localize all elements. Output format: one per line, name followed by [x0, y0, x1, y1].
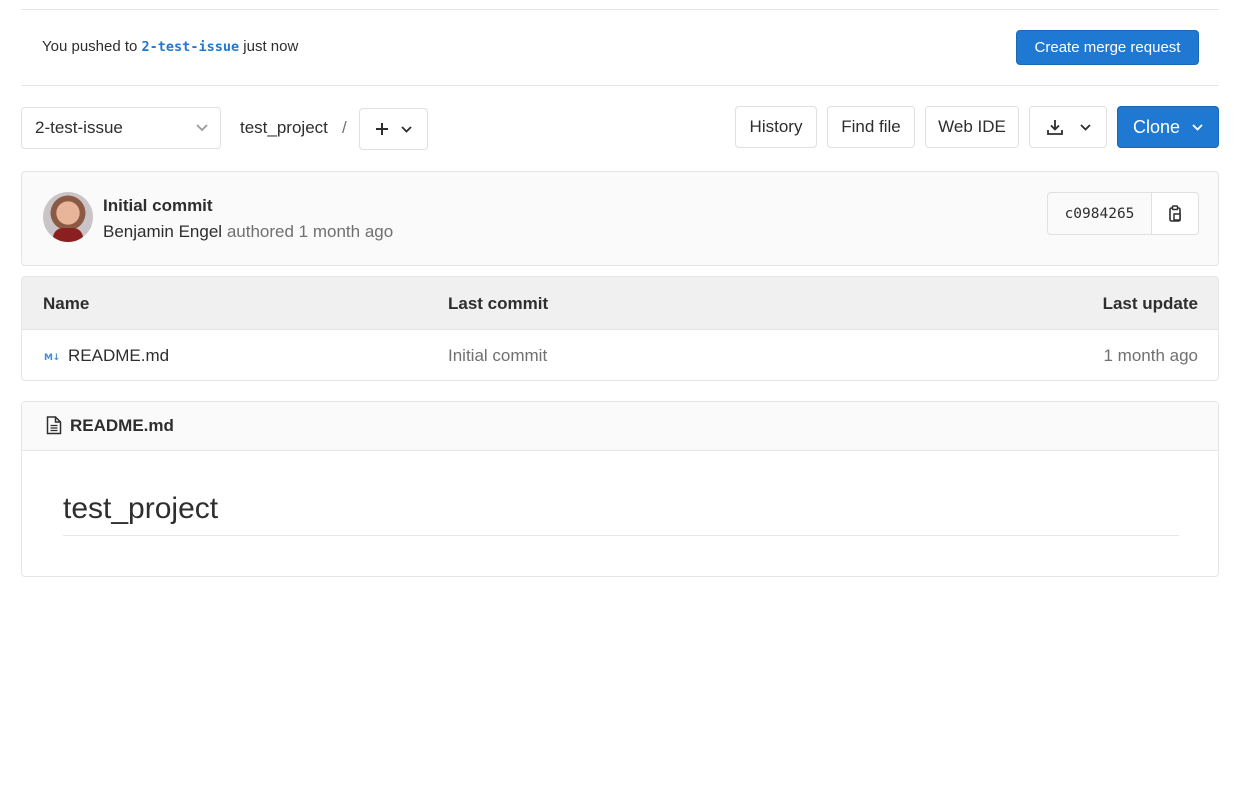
clone-dropdown[interactable]: Clone	[1117, 106, 1219, 148]
push-notification: You pushed to 2-test-issue just now	[42, 38, 298, 55]
push-prefix: You pushed to	[42, 38, 138, 55]
column-header-name: Name	[43, 294, 90, 313]
readme-panel: README.md test_project	[21, 401, 1219, 577]
download-dropdown[interactable]	[1029, 106, 1107, 148]
history-button[interactable]: History	[735, 106, 817, 148]
markdown-icon: M↓	[44, 353, 60, 363]
column-header-last-commit: Last commit	[448, 294, 549, 313]
commit-action: authored	[226, 222, 294, 241]
banner-divider	[21, 85, 1219, 86]
chevron-down-icon	[1192, 123, 1203, 131]
file-tree-table: Name Last commit Last update M↓ README.m…	[21, 276, 1219, 381]
file-text-icon	[46, 416, 62, 435]
download-icon	[1046, 120, 1063, 135]
commit-sha[interactable]: c0984265	[1047, 192, 1152, 235]
pushed-branch-name[interactable]: 2-test-issue	[142, 39, 240, 55]
file-last-commit-link[interactable]: Initial commit	[448, 346, 547, 366]
heading-underline	[63, 535, 1179, 536]
commit-title[interactable]: Initial commit	[103, 196, 213, 216]
chevron-down-icon	[401, 125, 412, 133]
file-name-link[interactable]: README.md	[68, 346, 169, 366]
table-header: Name Last commit Last update	[22, 277, 1218, 330]
breadcrumb-project[interactable]: test_project	[240, 118, 328, 138]
commit-author[interactable]: Benjamin Engel	[103, 222, 222, 241]
plus-icon	[376, 123, 388, 135]
chevron-down-icon	[196, 124, 208, 132]
copy-sha-button[interactable]	[1152, 192, 1199, 235]
breadcrumb-separator: /	[342, 118, 347, 137]
file-last-update: 1 month ago	[1103, 346, 1198, 365]
create-merge-request-button[interactable]: Create merge request	[1016, 30, 1199, 65]
readme-header: README.md	[22, 402, 1218, 451]
push-suffix: just now	[243, 38, 299, 55]
web-ide-button[interactable]: Web IDE	[925, 106, 1019, 148]
find-file-button[interactable]: Find file	[827, 106, 915, 148]
clipboard-icon	[1169, 204, 1181, 222]
commit-meta: Benjamin Engel authored 1 month ago	[103, 222, 393, 242]
last-commit-panel: Initial commit Benjamin Engel authored 1…	[21, 171, 1219, 266]
commit-time: 1 month ago	[298, 222, 394, 241]
chevron-down-icon	[1079, 123, 1091, 131]
table-row[interactable]: M↓ README.md Initial commit 1 month ago	[22, 330, 1218, 380]
top-divider	[21, 9, 1219, 10]
branch-select[interactable]: 2-test-issue	[21, 107, 221, 149]
readme-filename[interactable]: README.md	[70, 416, 174, 436]
author-avatar[interactable]	[43, 192, 93, 242]
readme-heading: test_project	[63, 492, 219, 525]
commit-sha-group: c0984265	[1047, 192, 1199, 235]
add-to-tree-dropdown[interactable]	[359, 108, 428, 150]
branch-select-value: 2-test-issue	[35, 118, 123, 137]
column-header-last-update: Last update	[1102, 294, 1198, 313]
repository-page: You pushed to 2-test-issue just now Crea…	[0, 0, 1238, 805]
clone-label: Clone	[1132, 116, 1181, 137]
